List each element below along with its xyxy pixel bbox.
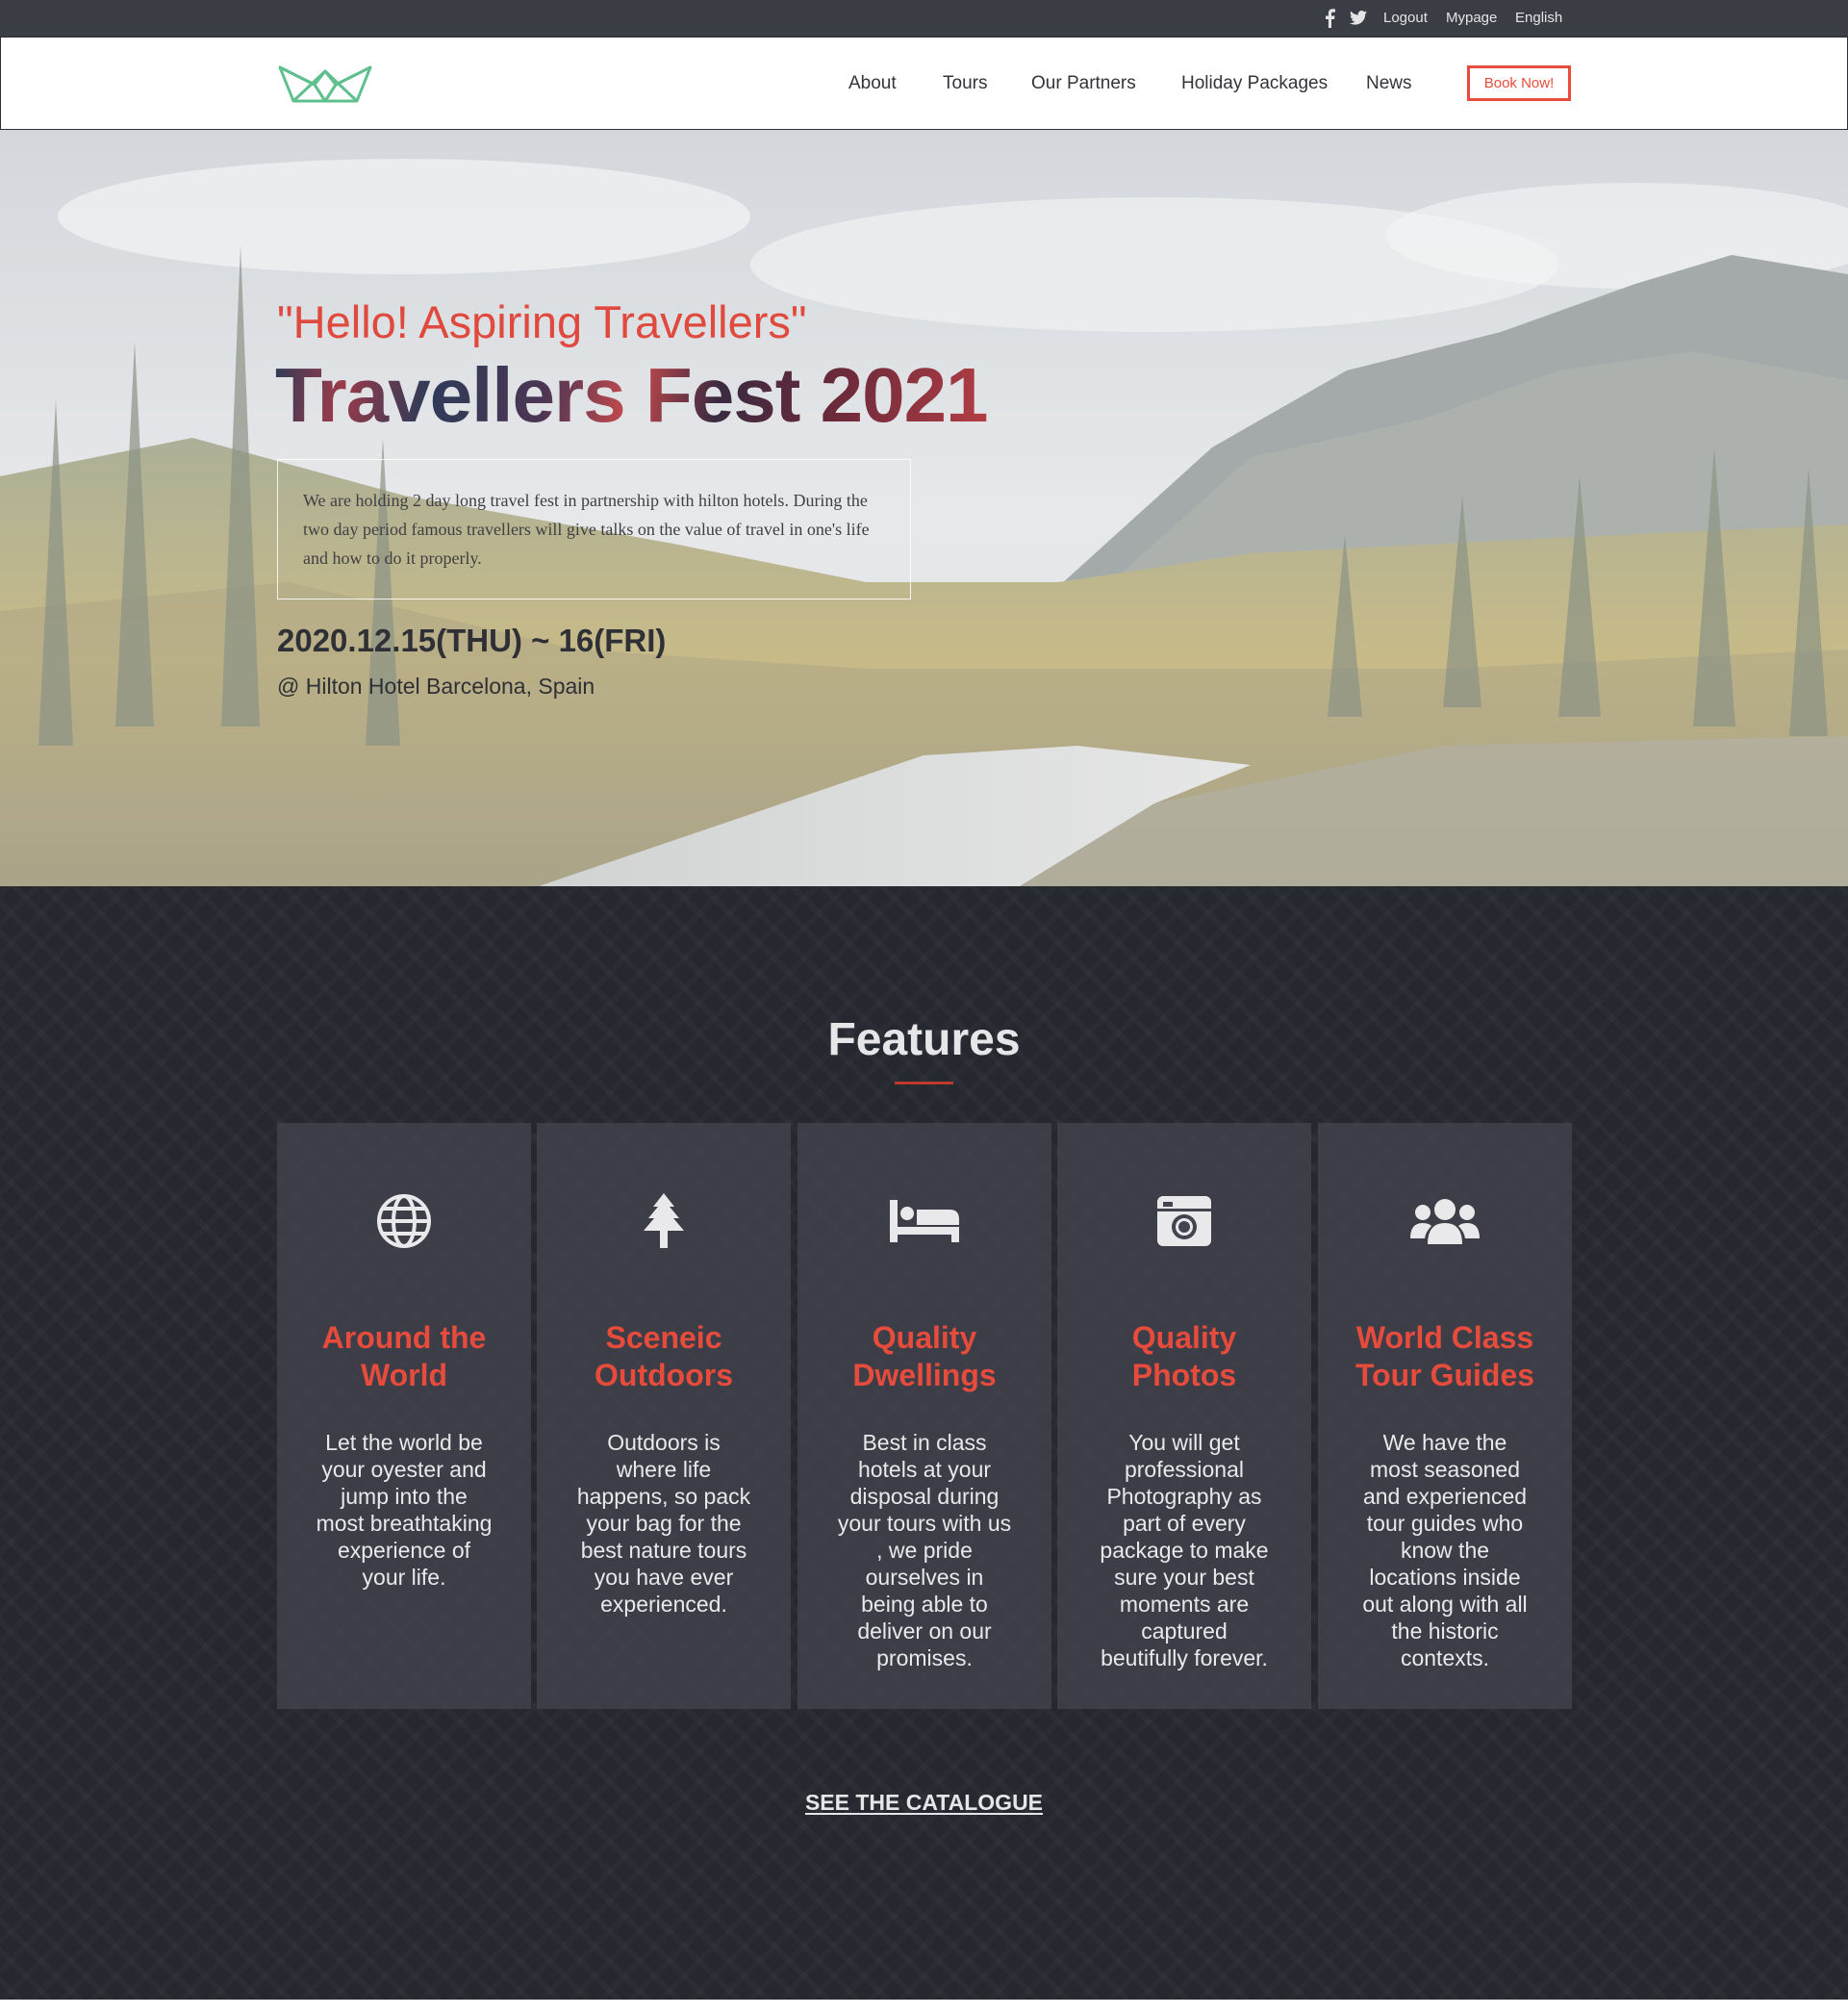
feature-card-quality-dwellings: Quality Dwellings Best in class hotels a… xyxy=(797,1123,1051,1709)
hero-greeting: "Hello! Aspiring Travellers" xyxy=(277,296,807,347)
feature-card-around-the-world: Around the World Let the world be your o… xyxy=(277,1123,531,1709)
twitter-icon[interactable] xyxy=(1350,10,1367,26)
mypage-link[interactable]: Mypage xyxy=(1446,10,1497,26)
catalogue-link-wrap: SEE THE CATALOGUE xyxy=(0,1790,1848,1816)
feature-description: Let the world be your oyester and jump i… xyxy=(316,1430,493,1590)
feature-title: Around the World xyxy=(321,1320,487,1392)
users-icon xyxy=(1410,1199,1480,1244)
top-utility-bar: Logout Mypage English xyxy=(0,0,1848,37)
nav-holiday-packages[interactable]: Holiday Packages xyxy=(1181,73,1328,94)
logout-link[interactable]: Logout xyxy=(1383,10,1428,26)
event-date: 2020.12.15(THU) ~ 16(FRI) xyxy=(277,623,667,658)
feature-card-world-class-tour-guides: World Class Tour Guides We have the most… xyxy=(1318,1123,1572,1709)
globe-icon xyxy=(377,1194,431,1248)
main-navbar: About Tours Our Partners Holiday Package… xyxy=(0,37,1848,130)
hero-description-box: We are holding 2 day long travel fest in… xyxy=(277,459,911,599)
feature-description: Best in class hotels at your disposal du… xyxy=(837,1430,1012,1670)
heading-underline xyxy=(895,1082,953,1084)
camera-icon xyxy=(1157,1196,1211,1246)
feature-title: Sceneic Outdoors xyxy=(595,1320,733,1392)
book-now-button[interactable]: Book Now! xyxy=(1467,65,1571,101)
facebook-icon[interactable] xyxy=(1323,9,1336,28)
nav-about[interactable]: About xyxy=(848,73,897,94)
feature-description: Outdoors is where life happens, so pack … xyxy=(576,1430,751,1617)
features-heading: Features xyxy=(827,1014,1021,1065)
hero-title: Travellers Fest 2021 xyxy=(275,352,989,438)
hero-description: We are holding 2 day long travel fest in… xyxy=(303,491,870,568)
page-bottom-strip xyxy=(0,2000,1848,2014)
feature-description: We have the most seasoned and experience… xyxy=(1362,1430,1528,1670)
features-section: Features Around the World Let the world … xyxy=(0,886,1848,2014)
see-catalogue-link[interactable]: SEE THE CATALOGUE xyxy=(805,1790,1043,1815)
nav-our-partners[interactable]: Our Partners xyxy=(1031,73,1136,94)
feature-title: Quality Photos xyxy=(1131,1320,1237,1392)
nav-tours[interactable]: Tours xyxy=(943,73,987,94)
feature-description: You will get professional Photography as… xyxy=(1100,1430,1269,1670)
feature-card-quality-photos: Quality Photos You will get professional… xyxy=(1057,1123,1311,1709)
feature-title: Quality Dwellings xyxy=(852,1320,997,1392)
event-venue: @ Hilton Hotel Barcelona, Spain xyxy=(277,674,595,699)
bed-icon xyxy=(890,1200,959,1242)
feature-title: World Class Tour Guides xyxy=(1354,1320,1535,1392)
feature-card-sceneic-outdoors: Sceneic Outdoors Outdoors is where life … xyxy=(537,1123,791,1709)
hero-section: "Hello! Aspiring Travellers" Travellers … xyxy=(0,130,1848,886)
nav-news[interactable]: News xyxy=(1366,73,1412,94)
crown-logo-icon[interactable] xyxy=(278,65,372,104)
language-selector[interactable]: English xyxy=(1515,10,1562,26)
tree-icon xyxy=(644,1193,684,1248)
